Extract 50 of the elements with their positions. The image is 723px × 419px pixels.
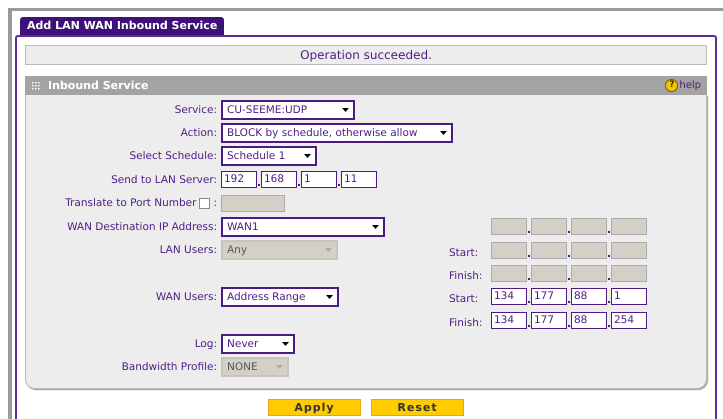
caret-icon xyxy=(276,364,283,369)
ip-octet-field[interactable]: 11 xyxy=(341,171,377,188)
ip-octet-field[interactable]: 88 xyxy=(571,288,607,306)
ip-octet-field[interactable]: 88 xyxy=(571,312,607,329)
dropdown[interactable]: WAN1 xyxy=(221,216,385,237)
help-icon[interactable]: ? xyxy=(665,79,678,92)
ip-octet-field[interactable]: 177 xyxy=(531,288,567,306)
dropdown[interactable]: Address Range xyxy=(221,286,339,307)
ip-octet-field[interactable]: 1 xyxy=(301,171,337,188)
field-label: Bandwidth Profile: xyxy=(122,360,217,373)
tab[interactable]: Add LAN WAN Inbound Service xyxy=(20,17,224,35)
field-label: Select Schedule: xyxy=(129,150,217,162)
ip-octet-field[interactable]: 134 xyxy=(491,288,527,306)
ip-octet-field[interactable]: 192 xyxy=(221,171,257,188)
field-label: WAN Destination IP Address: xyxy=(67,220,217,233)
ip-octet-field[interactable]: 254 xyxy=(611,312,647,329)
grip-icon xyxy=(32,82,41,90)
caret-icon xyxy=(372,224,379,229)
ip-octet-field[interactable]: 1 xyxy=(611,288,647,306)
field-label: WAN Users: xyxy=(156,290,217,303)
field-label: Finish: xyxy=(449,316,482,329)
caret-icon xyxy=(326,294,333,299)
field-label: : xyxy=(213,197,217,210)
checkbox[interactable] xyxy=(199,198,210,209)
status-message: Operation succeeded. xyxy=(25,45,707,65)
field-label: Start: xyxy=(449,293,478,306)
field-label: LAN Users: xyxy=(160,244,217,256)
ip-octet-field[interactable]: 134 xyxy=(491,312,527,329)
caret-icon xyxy=(342,108,349,112)
field-label: Service: xyxy=(174,104,217,116)
field-label: Send to LAN Server: xyxy=(111,174,217,186)
dropdown[interactable]: Schedule 1 xyxy=(221,146,317,166)
caret-icon xyxy=(282,342,289,346)
ip-octet-field[interactable]: 177 xyxy=(531,312,567,329)
dropdown[interactable]: BLOCK by schedule, otherwise allow xyxy=(221,123,453,144)
reset-button[interactable]: Reset xyxy=(371,399,464,416)
field-label: Start: xyxy=(449,246,478,259)
apply-button[interactable]: Apply xyxy=(268,399,361,416)
help-link[interactable]: help xyxy=(679,80,701,91)
section-title: Inbound Service xyxy=(48,79,148,92)
field-label: Action: xyxy=(180,127,217,140)
field-label: Finish: xyxy=(449,270,482,282)
field-label: Translate to Port Number xyxy=(65,197,196,210)
ip-octet-field[interactable]: 168 xyxy=(261,171,297,188)
dropdown[interactable]: CU-SEEME:UDP xyxy=(221,100,355,120)
caret-icon xyxy=(325,248,332,252)
field-label: Log: xyxy=(194,338,217,350)
dropdown[interactable]: Never xyxy=(221,334,295,354)
caret-icon xyxy=(440,131,447,136)
caret-icon xyxy=(304,154,311,158)
